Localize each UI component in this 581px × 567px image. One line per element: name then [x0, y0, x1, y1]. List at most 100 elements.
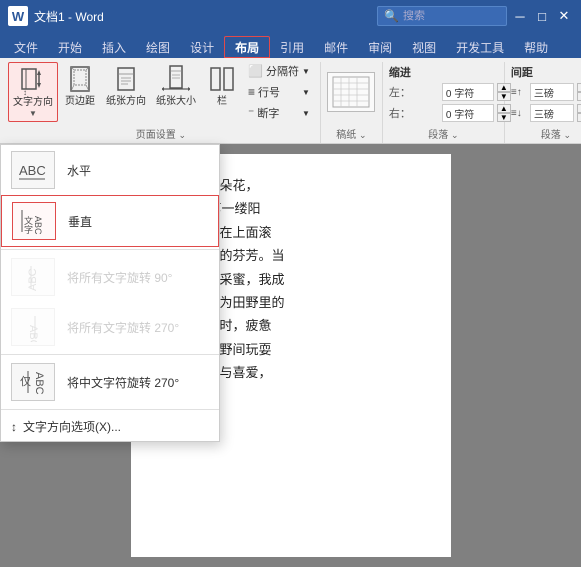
ribbon-small-group: ⬜ 分隔符 ▼ ≡ 行号 ▼ ⁻ 断字 ▼ [244, 62, 314, 122]
text-direction-icon: ↕ [17, 65, 49, 97]
ribbon: ↕ 文字方向 ▼ [0, 58, 581, 144]
svg-text:文字: 文字 [23, 215, 33, 234]
ribbon-page-buttons: ↕ 文字方向 ▼ [8, 62, 314, 124]
svg-text:ABC: ABC [27, 325, 39, 342]
horizontal-icon: ABC [11, 151, 55, 189]
spacing-section-label: 间距 [511, 62, 533, 83]
orientation-icon [110, 64, 142, 96]
tab-insert[interactable]: 插入 [92, 36, 136, 58]
hyphen-button[interactable]: ⁻ 断字 ▼ [244, 104, 314, 122]
indent-right-label: 右： [389, 105, 439, 121]
spacing-after-icon: ≡↓ [511, 108, 527, 119]
size-button[interactable]: 纸张大小 [152, 62, 200, 122]
tab-help[interactable]: 帮助 [514, 36, 558, 58]
close-button[interactable]: ✕ [555, 7, 573, 25]
tab-review[interactable]: 审阅 [358, 36, 402, 58]
indent-right-row: 右： ▲ ▼ [389, 104, 511, 122]
margins-label: 页边距 [65, 96, 95, 108]
tab-home[interactable]: 开始 [48, 36, 92, 58]
spacing-after-row: ≡↓ ▲ ▼ [511, 104, 581, 122]
spacing-before-input[interactable] [530, 83, 574, 101]
word-icon: W [8, 6, 28, 26]
search-box[interactable]: 🔍 [377, 6, 507, 26]
dropdown-item-horizontal[interactable]: ABC 水平 [1, 145, 219, 195]
maximize-button[interactable]: □ [533, 7, 551, 25]
dropdown-divider-2 [1, 354, 219, 355]
cjk270-icon: 仅 ABC [11, 363, 55, 401]
minimize-button[interactable]: ─ [511, 7, 529, 25]
indent-left-input[interactable] [442, 83, 494, 101]
line-number-label: 行号 [258, 84, 280, 100]
hyphen-label: 断字 [257, 105, 279, 121]
indent-left-row: 左： ▲ ▼ [389, 83, 511, 101]
margins-icon [64, 64, 96, 96]
rotate90-icon: ABC [11, 258, 55, 296]
size-label: 纸张大小 [156, 96, 196, 108]
spacing-expand[interactable]: ⌄ [563, 130, 571, 140]
spacing-before-spin: ▲ ▼ [577, 83, 581, 101]
ribbon-group-spacing: 间距 ≡↑ ▲ ▼ ≡↓ ▲ ▼ 段落 ⌄ [507, 62, 581, 143]
separator-icon: ⬜ [248, 64, 263, 78]
dropdown-item-rotate90[interactable]: ABC 将所有文字旋转 90° [1, 252, 219, 302]
dropdown-divider-3 [1, 409, 219, 410]
columns-icon [206, 64, 238, 96]
indent-section-label: 缩进 [389, 62, 411, 83]
page-setup-expand[interactable]: ⌄ [179, 130, 187, 140]
dropdown-item-vertical[interactable]: 文字 ABC 垂直 [1, 195, 219, 247]
orientation-button[interactable]: 纸张方向 [102, 62, 150, 122]
footer-icon: ↕ [11, 420, 17, 434]
ribbon-group-manuscript: 稿纸 ⌄ [323, 62, 383, 143]
rotate270-icon: ABC [11, 308, 55, 346]
margins-button[interactable]: 页边距 [60, 62, 100, 122]
tab-design[interactable]: 设计 [180, 36, 224, 58]
spacing-group-label: 段落 ⌄ [511, 124, 581, 141]
search-input[interactable] [403, 10, 503, 22]
manuscript-expand[interactable]: ⌄ [359, 130, 367, 140]
indent-expand[interactable]: ⌄ [451, 130, 459, 140]
footer-label: 文字方向选项(X)... [23, 418, 121, 435]
manuscript-icon [327, 72, 375, 112]
spacing-before-up[interactable]: ▲ [577, 83, 581, 92]
ribbon-group-page-setup: ↕ 文字方向 ▼ [4, 62, 321, 143]
columns-button[interactable]: 栏 [202, 62, 242, 122]
title-bar: W 文档1 - Word 🔍 ─ □ ✕ [0, 0, 581, 32]
tab-view[interactable]: 视图 [402, 36, 446, 58]
tab-references[interactable]: 引用 [270, 36, 314, 58]
tab-layout[interactable]: 布局 [224, 36, 270, 58]
dropdown-footer[interactable]: ↕ 文字方向选项(X)... [1, 412, 219, 441]
separator-button[interactable]: ⬜ 分隔符 ▼ [244, 62, 314, 80]
svg-text:ABC: ABC [27, 268, 39, 291]
manuscript-group-label: 稿纸 ⌄ [327, 124, 376, 141]
tab-draw[interactable]: 绘图 [136, 36, 180, 58]
spacing-after-down[interactable]: ▼ [577, 113, 581, 122]
spacing-before-down[interactable]: ▼ [577, 92, 581, 101]
tab-developer[interactable]: 开发工具 [446, 36, 514, 58]
rotate90-label: 将所有文字旋转 90° [67, 269, 172, 286]
page-setup-group-label: 页面设置 ⌄ [8, 124, 314, 141]
app-title: 文档1 - Word [34, 8, 104, 25]
svg-text:ABC: ABC [33, 216, 43, 235]
line-number-button[interactable]: ≡ 行号 ▼ [244, 83, 314, 101]
hyphen-icon: ⁻ [248, 106, 254, 120]
cjk270-label: 将中文字符旋转 270° [67, 374, 179, 391]
ribbon-tabs: 文件 开始 插入 绘图 设计 布局 引用 邮件 审阅 视图 开发工具 帮助 [0, 32, 581, 58]
line-number-icon: ≡ [248, 85, 255, 99]
orientation-label: 纸张方向 [106, 96, 146, 108]
vertical-label: 垂直 [68, 213, 92, 230]
tab-mailings[interactable]: 邮件 [314, 36, 358, 58]
spacing-after-input[interactable] [530, 104, 574, 122]
spacing-before-row: ≡↑ ▲ ▼ [511, 83, 581, 101]
text-direction-label: 文字方向 [13, 97, 53, 109]
columns-label: 栏 [217, 96, 227, 108]
tab-file[interactable]: 文件 [4, 36, 48, 58]
text-direction-dropdown: ABC 水平 文字 ABC 垂直 ABC [0, 144, 220, 442]
dropdown-item-rotate270[interactable]: ABC 将所有文字旋转 270° [1, 302, 219, 352]
spacing-after-up[interactable]: ▲ [577, 104, 581, 113]
size-icon [160, 64, 192, 96]
svg-text:↕: ↕ [23, 88, 27, 97]
indent-right-input[interactable] [442, 104, 494, 122]
dropdown-item-cjk270[interactable]: 仅 ABC 将中文字符旋转 270° [1, 357, 219, 407]
spacing-after-spin: ▲ ▼ [577, 104, 581, 122]
search-icon: 🔍 [384, 9, 399, 23]
text-direction-button[interactable]: ↕ 文字方向 ▼ [8, 62, 58, 122]
